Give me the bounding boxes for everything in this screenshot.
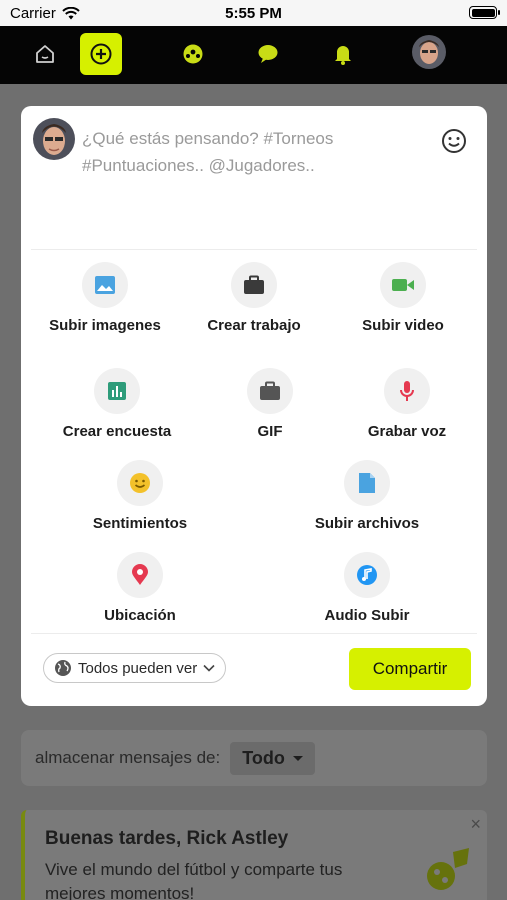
action-label: Crear trabajo — [207, 317, 301, 334]
action-label: Sentimientos — [92, 515, 188, 532]
create-post-modal: ¿Qué estás pensando? #Torneos #Puntuacio… — [21, 106, 487, 706]
clock: 5:55 PM — [225, 5, 282, 22]
privacy-select[interactable]: Todos pueden ver — [43, 653, 227, 683]
football-icon — [183, 44, 203, 64]
action-icon-wrapper — [231, 262, 277, 308]
action-label: Subir imagenes — [49, 317, 161, 334]
nav-add-post-button[interactable] — [80, 33, 122, 75]
action-icon-wrapper — [344, 460, 390, 506]
nav-profile-avatar[interactable] — [412, 35, 446, 69]
action-icon-wrapper — [117, 552, 163, 598]
location-pin-icon — [132, 564, 148, 585]
globe-icon — [55, 660, 71, 676]
action-icon-wrapper — [380, 262, 426, 308]
user-avatar — [33, 118, 75, 160]
status-bar: Carrier 5:55 PM — [0, 0, 507, 26]
file-icon — [359, 473, 375, 493]
privacy-label: Todos pueden ver — [78, 659, 198, 677]
location-button[interactable]: Ubicación — [90, 552, 190, 624]
nav-home-button[interactable] — [24, 33, 66, 75]
poll-icon — [108, 382, 126, 400]
action-icon-wrapper — [384, 368, 430, 414]
create-job-button[interactable]: Crear trabajo — [194, 262, 314, 334]
emoji-button[interactable] — [441, 128, 467, 159]
close-icon[interactable]: × — [470, 814, 481, 835]
chevron-down-icon — [292, 755, 303, 761]
action-label: GIF — [257, 423, 283, 440]
image-icon — [95, 276, 115, 294]
add-post-icon — [90, 43, 112, 65]
action-label: Crear encuesta — [62, 423, 172, 440]
action-label: Grabar voz — [367, 423, 447, 440]
feed-filter-value: Todo — [242, 747, 285, 768]
nav-chat-button[interactable] — [247, 33, 289, 75]
action-icon-wrapper — [94, 368, 140, 414]
profile-avatar — [33, 118, 75, 160]
nav-football-button[interactable] — [172, 33, 214, 75]
football-illustration-icon — [427, 848, 469, 890]
upload-files-button[interactable]: Subir archivos — [302, 460, 432, 532]
profile-avatar — [412, 35, 446, 69]
composer-area: ¿Qué estás pensando? #Torneos #Puntuacio… — [21, 106, 487, 250]
briefcase-icon — [244, 275, 264, 294]
music-note-icon — [357, 565, 377, 585]
feed-filter-label: almacenar mensajes de: — [35, 748, 221, 767]
home-icon — [36, 45, 54, 63]
action-icon-wrapper — [117, 460, 163, 506]
create-poll-button[interactable]: Crear encuesta — [55, 368, 179, 440]
microphone-icon — [400, 381, 414, 401]
share-button[interactable]: Compartir — [349, 648, 471, 690]
briefcase-icon — [260, 381, 280, 400]
upload-images-button[interactable]: Subir imagenes — [45, 262, 165, 334]
feed-filter-card: almacenar mensajes de: Todo — [21, 730, 487, 786]
smiley-icon — [442, 129, 466, 153]
action-label: Subir archivos — [314, 515, 420, 532]
bell-icon — [335, 46, 351, 65]
action-icon-wrapper — [82, 262, 128, 308]
action-label: Audio Subir — [324, 607, 410, 624]
action-label: Ubicación — [104, 607, 176, 624]
welcome-card: Buenas tardes, Rick Astley Vive el mundo… — [21, 810, 487, 900]
chevron-down-icon — [203, 664, 215, 672]
upload-video-button[interactable]: Subir video — [343, 262, 463, 334]
composer-footer: Todos pueden ver Compartir — [21, 633, 487, 706]
smiley-icon — [130, 473, 150, 493]
video-icon — [392, 279, 414, 291]
gif-button[interactable]: GIF — [230, 368, 310, 440]
top-navigation — [0, 26, 507, 84]
action-icon-wrapper — [247, 368, 293, 414]
post-text-input[interactable]: ¿Qué estás pensando? #Torneos #Puntuacio… — [82, 125, 382, 179]
battery-icon — [469, 6, 500, 19]
chat-icon — [258, 45, 278, 63]
action-label: Subir video — [362, 317, 444, 334]
record-voice-button[interactable]: Grabar voz — [357, 368, 457, 440]
divider — [31, 249, 477, 250]
welcome-title: Buenas tardes, Rick Astley — [45, 828, 289, 849]
welcome-text: Vive el mundo del fútbol y comparte tus … — [45, 860, 343, 900]
action-icon-wrapper — [344, 552, 390, 598]
nav-notifications-button[interactable] — [322, 33, 364, 75]
feelings-button[interactable]: Sentimientos — [80, 460, 200, 532]
upload-audio-button[interactable]: Audio Subir — [312, 552, 422, 624]
feed-filter-select[interactable]: Todo — [230, 741, 315, 775]
